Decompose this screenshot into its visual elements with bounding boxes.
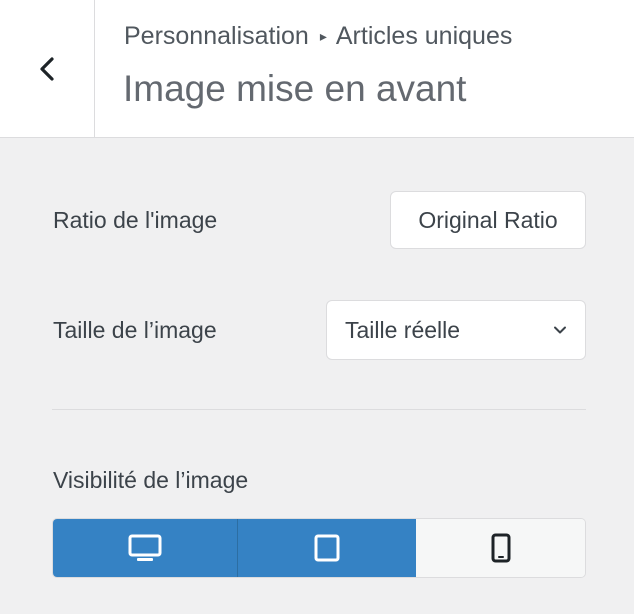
image-visibility-label: Visibilité de l’image bbox=[53, 467, 249, 493]
breadcrumb-current: Articles uniques bbox=[335, 22, 513, 50]
image-size-select[interactable]: Taille réelle bbox=[326, 300, 586, 360]
customizer-header: Personnalisation ▸ Articles uniques Imag… bbox=[0, 0, 634, 138]
tablet-toggle-button[interactable] bbox=[238, 519, 416, 577]
chevron-down-icon bbox=[554, 326, 566, 334]
original-ratio-button[interactable]: Original Ratio bbox=[390, 191, 586, 249]
breadcrumb-parent: Personnalisation bbox=[124, 22, 309, 50]
device-visibility-toggle bbox=[52, 518, 586, 578]
tablet-icon bbox=[314, 534, 340, 562]
image-size-label: Taille de l’image bbox=[53, 317, 217, 343]
section-divider bbox=[52, 409, 586, 410]
chevron-left-icon bbox=[40, 56, 54, 81]
desktop-icon bbox=[128, 534, 162, 561]
breadcrumb: Personnalisation ▸ Articles uniques bbox=[124, 22, 512, 51]
desktop-toggle-button[interactable] bbox=[53, 519, 238, 577]
back-button[interactable] bbox=[0, 0, 95, 137]
mobile-icon bbox=[491, 533, 510, 563]
breadcrumb-separator: ▸ bbox=[319, 28, 327, 44]
page-title: Image mise en avant bbox=[123, 68, 467, 109]
image-ratio-label: Ratio de l'image bbox=[53, 207, 218, 233]
image-size-selected-value: Taille réelle bbox=[345, 316, 461, 343]
mobile-toggle-button[interactable] bbox=[416, 519, 585, 577]
